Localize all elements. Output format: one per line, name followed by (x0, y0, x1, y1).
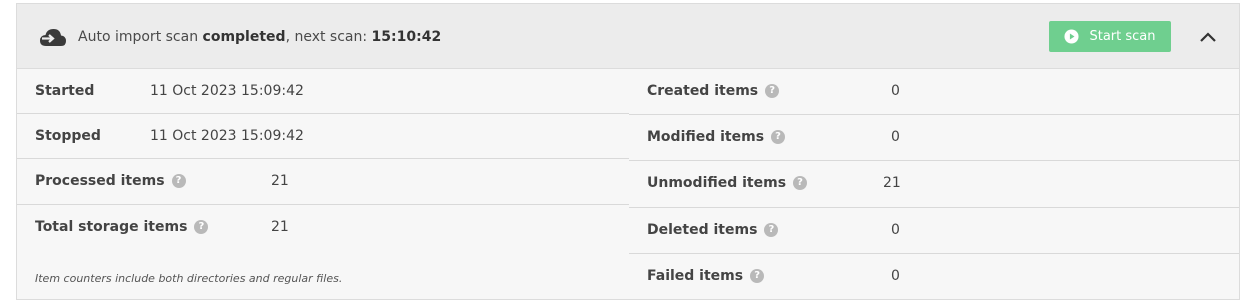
unmodified-label: Unmodified items ? (647, 175, 808, 191)
modified-value: 0 (891, 129, 900, 145)
status-middle: , next scan: (285, 29, 372, 45)
scan-times-column: Started 11 Oct 2023 15:09:42 Stopped 11 … (17, 69, 629, 285)
created-value: 0 (891, 83, 900, 99)
row-processed: Processed items ? 21 (17, 159, 629, 205)
chevron-up-icon[interactable] (1195, 24, 1221, 50)
unmodified-label-text: Unmodified items (647, 175, 787, 191)
start-scan-label: Start scan (1089, 29, 1156, 44)
row-deleted: Deleted items ? 0 (629, 208, 1239, 254)
help-icon[interactable]: ? (765, 84, 780, 98)
started-label: Started (35, 83, 95, 99)
scan-header: Auto import scan completed, next scan: 1… (17, 4, 1239, 69)
row-modified: Modified items ? 0 (629, 115, 1239, 161)
help-icon[interactable]: ? (764, 223, 779, 237)
total-storage-label-text: Total storage items (35, 219, 188, 235)
help-icon[interactable]: ? (171, 174, 186, 188)
created-label-text: Created items (647, 83, 759, 99)
scan-panel: Auto import scan completed, next scan: 1… (16, 3, 1240, 300)
play-circle-icon (1064, 29, 1080, 44)
modified-label: Modified items ? (647, 129, 786, 145)
deleted-value: 0 (891, 222, 900, 238)
failed-value: 0 (891, 268, 900, 284)
counters-note: Item counters include both directories a… (35, 272, 343, 285)
stopped-label: Stopped (35, 128, 101, 144)
created-label: Created items ? (647, 83, 780, 99)
next-scan-time: 15:10:42 (371, 29, 442, 45)
row-total-storage: Total storage items ? 21 (17, 205, 629, 250)
help-icon[interactable]: ? (194, 220, 209, 234)
start-scan-button[interactable]: Start scan (1049, 21, 1171, 52)
row-failed: Failed items ? 0 (629, 254, 1239, 300)
processed-label-text: Processed items (35, 173, 165, 189)
processed-label: Processed items ? (35, 173, 186, 189)
row-started: Started 11 Oct 2023 15:09:42 (17, 69, 629, 114)
help-icon[interactable]: ? (750, 269, 765, 283)
failed-label: Failed items ? (647, 268, 765, 284)
deleted-label: Deleted items ? (647, 222, 779, 238)
modified-label-text: Modified items (647, 129, 765, 145)
status-state: completed (202, 29, 286, 45)
item-counters-column: Created items ? 0 Modified items ? 0 Unm… (629, 69, 1239, 300)
failed-label-text: Failed items (647, 268, 744, 284)
status-prefix: Auto import scan (78, 29, 203, 45)
deleted-label-text: Deleted items (647, 222, 758, 238)
started-value: 11 Oct 2023 15:09:42 (150, 83, 304, 99)
row-created: Created items ? 0 (629, 69, 1239, 115)
stopped-value: 11 Oct 2023 15:09:42 (150, 128, 304, 144)
row-unmodified: Unmodified items ? 21 (629, 161, 1239, 208)
scan-status-text: Auto import scan completed, next scan: 1… (78, 27, 441, 47)
row-stopped: Stopped 11 Oct 2023 15:09:42 (17, 114, 629, 159)
total-storage-label: Total storage items ? (35, 219, 209, 235)
processed-value: 21 (271, 173, 289, 189)
cloud-import-icon (40, 29, 66, 46)
help-icon[interactable]: ? (771, 130, 786, 144)
total-storage-value: 21 (271, 219, 289, 235)
unmodified-value: 21 (883, 175, 901, 191)
help-icon[interactable]: ? (793, 176, 808, 190)
